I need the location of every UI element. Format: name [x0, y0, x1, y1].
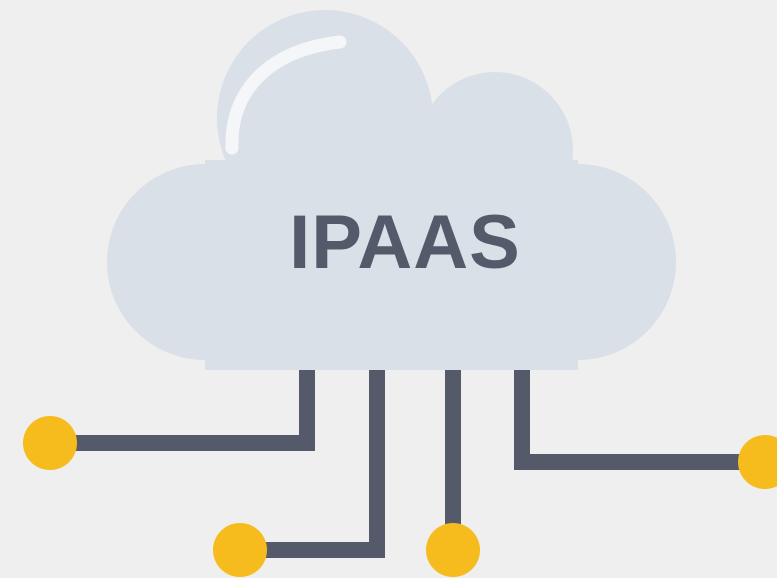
connector-line-4 — [514, 355, 765, 470]
cloud-icon — [107, 10, 676, 370]
ipaas-illustration: IPAAS — [0, 0, 777, 578]
node-dot-bottom-left — [213, 523, 267, 577]
node-dot-right — [738, 435, 777, 489]
cloud-label: IPAAS — [289, 200, 521, 285]
node-dot-left — [23, 416, 77, 470]
node-dot-bottom-center — [426, 523, 480, 577]
ipaas-diagram: IPAAS — [23, 10, 777, 577]
